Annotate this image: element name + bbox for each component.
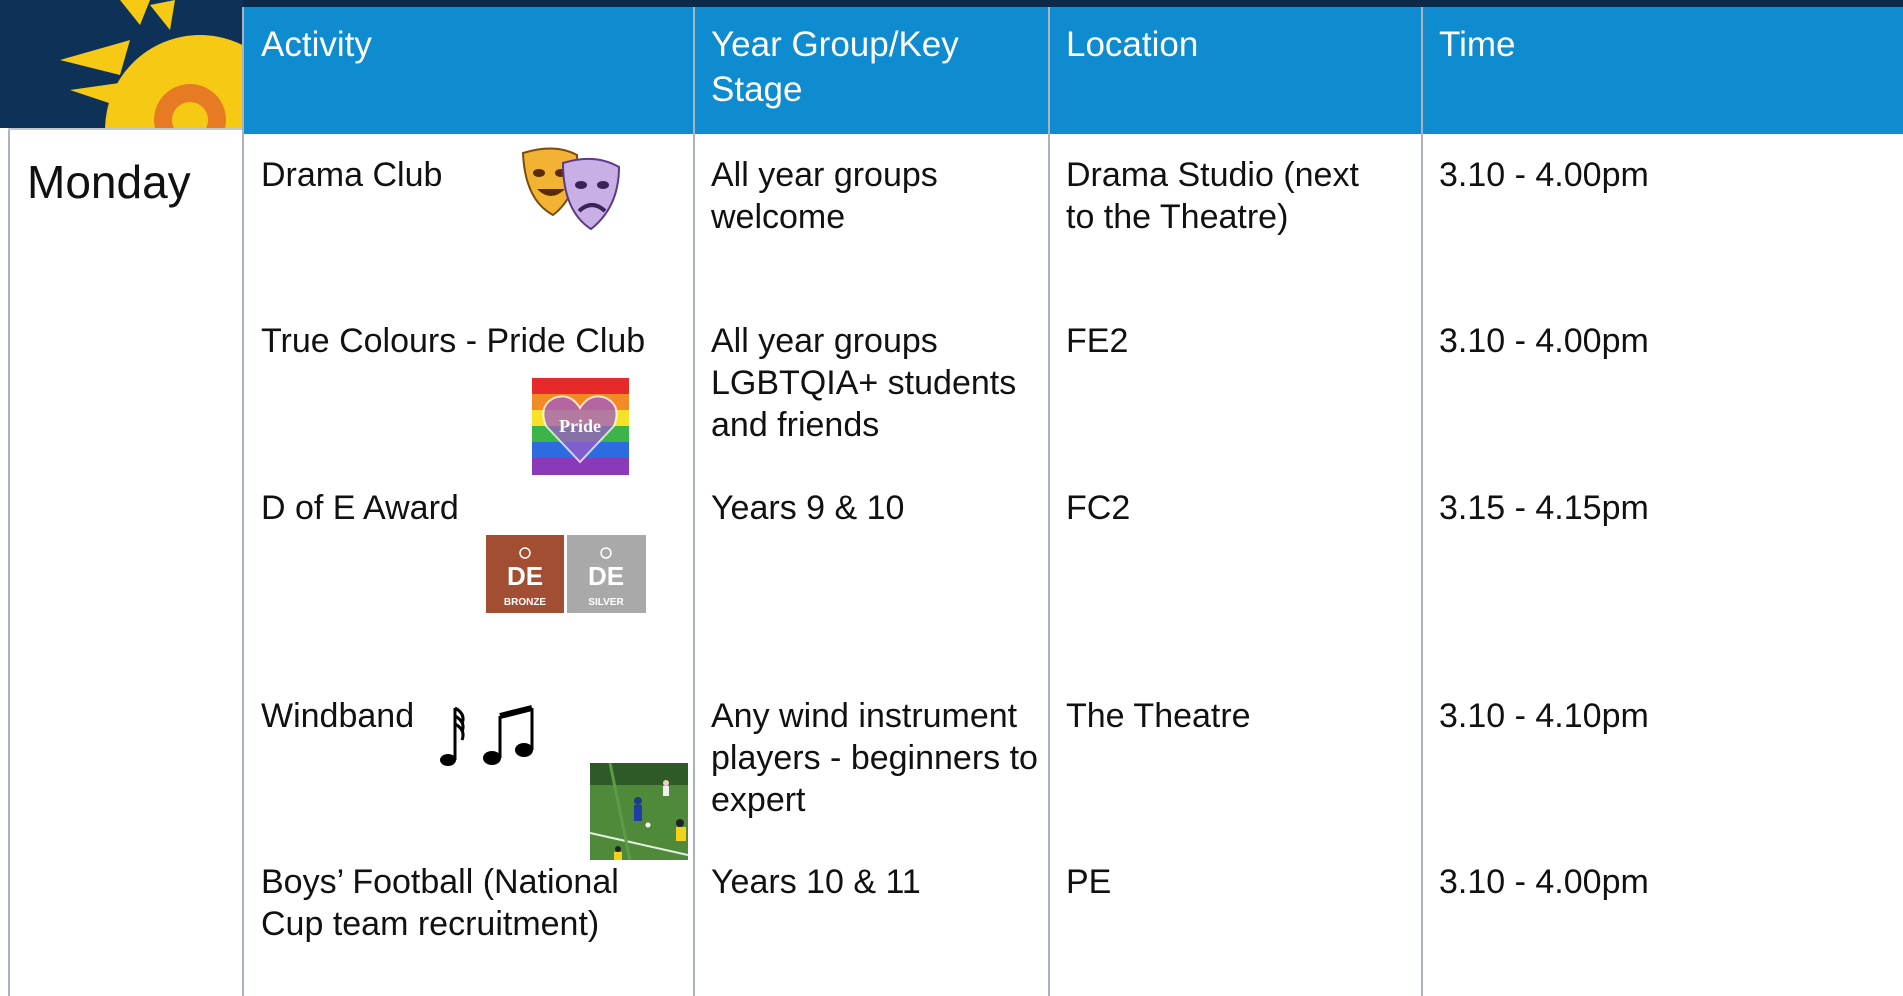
header-activity: Activity (261, 25, 372, 64)
header-year-group: Year Group/Key Stage (711, 25, 959, 109)
activity-cell: True Colours - Pride Club (261, 322, 646, 360)
day-label: Monday (27, 156, 191, 208)
column-divider (693, 7, 695, 996)
pride-label: Pride (559, 416, 601, 436)
music-notes-icon (436, 700, 536, 770)
header-location: Location (1066, 25, 1199, 64)
time-cell: 3.10 - 4.10pm (1439, 697, 1649, 735)
theatre-masks-icon (515, 145, 625, 240)
header-time: Time (1439, 25, 1516, 64)
activity-cell: Drama Club (261, 156, 443, 194)
column-divider (1048, 7, 1050, 996)
doe-logo-silver: DE (588, 561, 624, 591)
doe-award-badges: DE BRONZE DE SILVER (486, 535, 646, 613)
location-cell: FE2 (1066, 322, 1129, 360)
location-cell: PE (1066, 863, 1112, 901)
location-cell: Drama Studio (next to the Theatre) (1066, 156, 1359, 236)
location-cell: FC2 (1066, 489, 1131, 527)
time-cell: 3.10 - 4.00pm (1439, 322, 1649, 360)
pride-heart-image: Pride (532, 378, 629, 475)
column-divider (242, 7, 244, 996)
location-cell: The Theatre (1066, 697, 1251, 735)
column-divider (1421, 7, 1423, 996)
doe-logo-bronze: DE (507, 561, 543, 591)
year-group-cell: Years 10 & 11 (711, 863, 921, 901)
year-group-cell: All year groups LGBTQIA+ students and fr… (711, 322, 1017, 444)
year-group-cell: Any wind instrument players - beginners … (711, 697, 1038, 819)
doe-bronze-label: BRONZE (504, 597, 547, 608)
table-left-border (8, 128, 10, 996)
time-cell: 3.10 - 4.00pm (1439, 863, 1649, 901)
time-cell: 3.15 - 4.15pm (1439, 489, 1649, 527)
activity-cell: D of E Award (261, 489, 459, 527)
activity-cell: Boys’ Football (National Cup team recrui… (261, 863, 619, 943)
clubs-table: Activity Year Group/Key Stage Location T… (0, 0, 1903, 996)
time-cell: 3.10 - 4.00pm (1439, 156, 1649, 194)
activity-cell: Windband (261, 697, 415, 735)
year-group-cell: Years 9 & 10 (711, 489, 905, 527)
football-photo (590, 763, 688, 860)
doe-silver-label: SILVER (588, 597, 624, 608)
table-row-divider (8, 128, 243, 130)
year-group-cell: All year groups welcome (711, 156, 938, 236)
